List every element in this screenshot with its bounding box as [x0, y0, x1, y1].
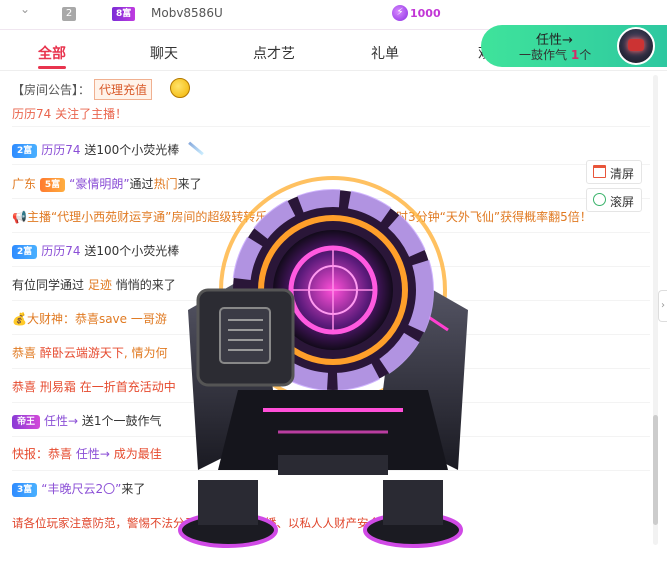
wealth-badge: 8富 [112, 7, 136, 21]
wealth-badge: 2富 [12, 144, 38, 158]
divider [12, 126, 650, 127]
room-announcement: 【房间公告】： 代理充值 [12, 79, 153, 100]
popularity-pill[interactable]: 任性→ 一鼓作气 1个 [481, 25, 667, 67]
chat-user[interactable]: 历历74 [41, 244, 80, 258]
chat-row: 2富 历历74 送100个小荧光棒 [12, 141, 205, 163]
chat-row: 💰大财神：恭喜save 一哥游 [12, 312, 167, 326]
gift-animation [178, 176, 468, 548]
chat-row: 帝王 任性→ 送1个一鼓作气 [12, 412, 162, 434]
lightning-coin-icon: ⚡ [392, 5, 408, 21]
coin-value: 1000 [410, 7, 441, 20]
grin-emoji-icon [170, 78, 190, 98]
announcement-tag[interactable]: 代理充值 [94, 79, 153, 100]
tab-talent[interactable]: 点才艺 [253, 43, 295, 63]
chat-user[interactable]: 历历74 [41, 143, 80, 157]
pill-text: 一鼓作气 1个 [519, 48, 592, 62]
chat-user[interactable]: “豪情明朗” [69, 177, 129, 191]
chat-user[interactable]: “丰晚尺云2〇” [41, 482, 121, 496]
wealth-badge: 3富 [12, 483, 38, 497]
trash-icon [593, 165, 606, 178]
tab-gift-list[interactable]: 礼单 [371, 43, 399, 63]
divider [12, 164, 650, 165]
chat-user[interactable]: 任性→ [44, 414, 78, 428]
chat-row: 快报：恭喜 任性→ 成为最佳 [12, 447, 162, 461]
tab-chat[interactable]: 聊天 [150, 43, 178, 63]
chat-user[interactable]: 刑易霜 [40, 380, 76, 394]
glowstick-icon [188, 141, 204, 156]
chat-row: 历历74 关注了主播！ [12, 107, 128, 121]
auto-scroll-button[interactable]: 滚屏 [586, 188, 642, 212]
chat-row: 有位同学通过 足迹 悄悄的来了 [12, 278, 176, 292]
megaphone-icon: 📢 [12, 210, 27, 224]
money-bag-icon: 💰 [12, 312, 27, 326]
announcement-label: 【房间公告】： [12, 83, 91, 97]
active-tab-indicator [38, 66, 66, 69]
chat-row: 3富 “丰晚尺云2〇”来了 [12, 480, 145, 502]
tab-all[interactable]: 全部 [38, 43, 66, 63]
rank-number: 2 [62, 7, 76, 21]
chat-row: 2富 历历74 送100个小荧光棒 [12, 242, 179, 264]
emperor-badge: 帝王 [12, 415, 41, 429]
wealth-badge: 2富 [12, 245, 38, 259]
chat-user[interactable]: 醉卧云端游天下 [40, 346, 124, 360]
clear-screen-button[interactable]: 清屏 [586, 160, 642, 184]
wealth-badge: 5富 [39, 178, 66, 192]
rank-username[interactable]: Mobv8586U [151, 6, 223, 20]
scroll-label: 滚屏 [610, 195, 635, 209]
check-circle-icon [593, 193, 606, 206]
chevron-down-icon[interactable]: ⌄ [20, 2, 30, 16]
clear-label: 清屏 [610, 167, 635, 181]
chat-user[interactable]: 任性→ [76, 447, 110, 461]
chat-row: 恭喜 醉卧云端游天下, 情为何 [12, 346, 168, 360]
chat-row: 恭喜 刑易霜 在一折首充活动中 [12, 380, 176, 394]
scroll-thumb[interactable] [653, 415, 658, 525]
robot-avatar [617, 27, 655, 65]
chevron-right-icon[interactable]: › [658, 290, 667, 322]
